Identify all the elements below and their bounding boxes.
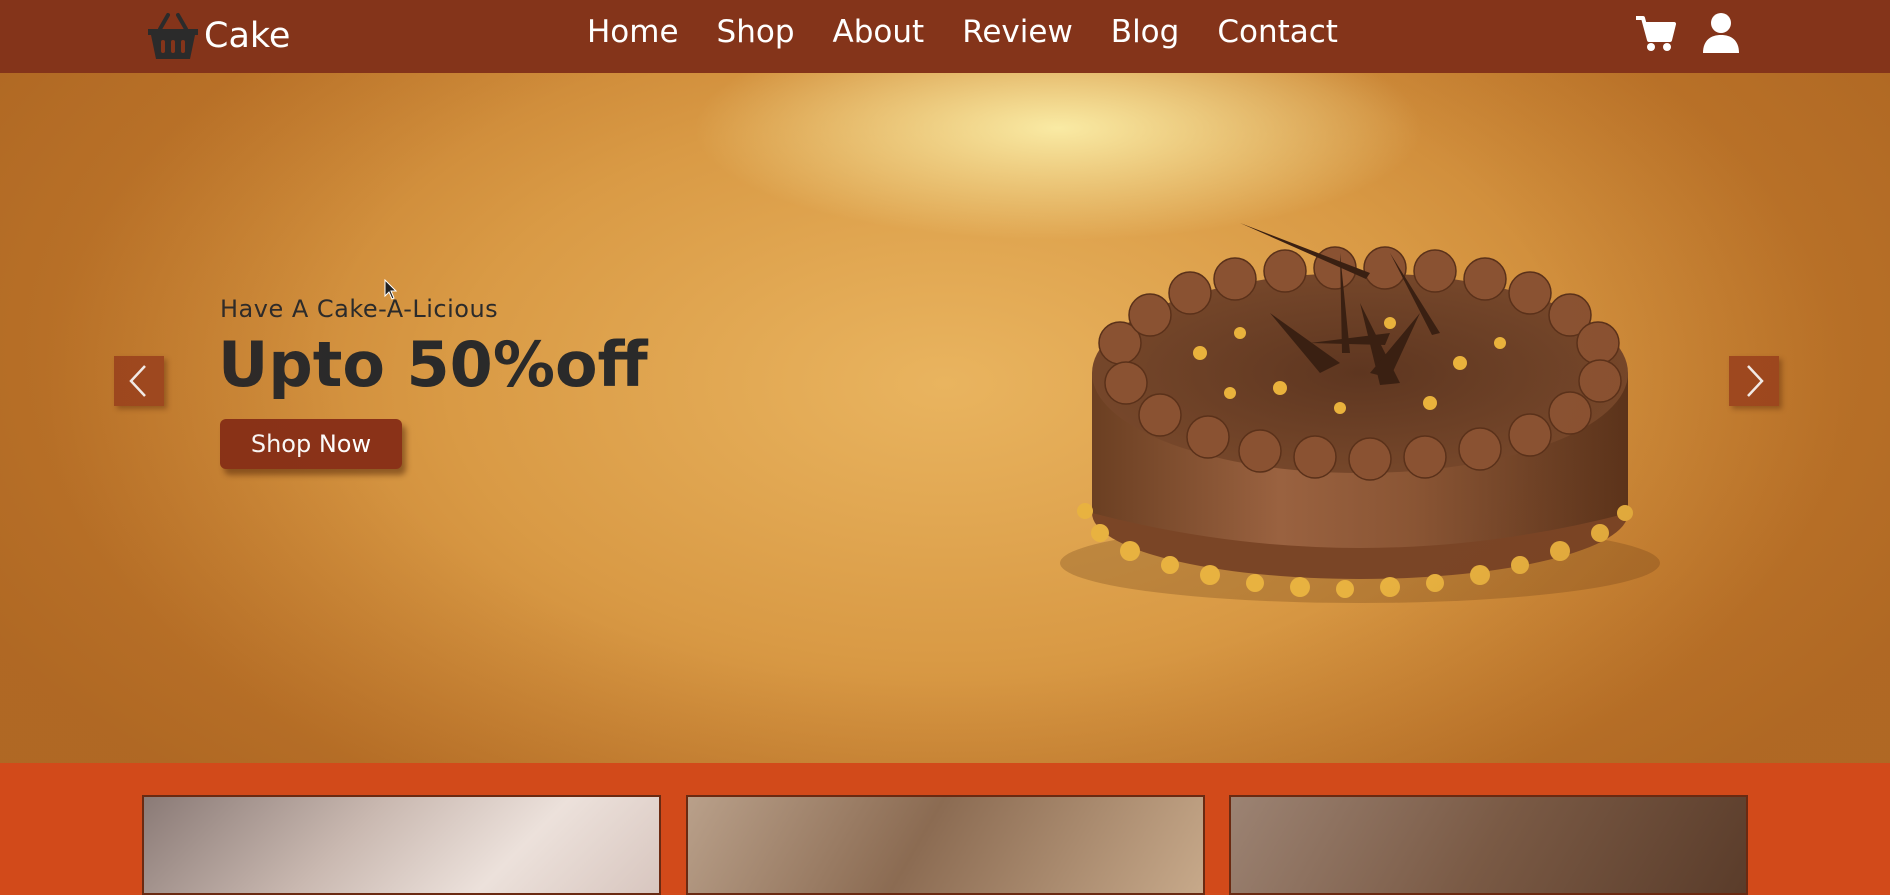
chevron-left-icon (129, 365, 146, 397)
menu-item-about[interactable]: About (833, 14, 925, 50)
cherry-cake-card[interactable] (686, 795, 1205, 895)
slider-prev-button[interactable] (114, 356, 164, 406)
menu-item-blog[interactable]: Blog (1111, 14, 1180, 50)
bride-cake-card[interactable] (142, 795, 661, 895)
slider-next-button[interactable] (1729, 356, 1779, 406)
basket-icon (148, 13, 198, 59)
product-strip (0, 763, 1890, 895)
shop-now-button[interactable]: Shop Now (220, 419, 402, 469)
hero-title: Upto 50%off (218, 328, 648, 401)
menu-item-review[interactable]: Review (962, 14, 1073, 50)
nav-actions (1634, 12, 1742, 54)
blackcurrant-cake-card[interactable] (1229, 795, 1748, 895)
top-navbar: Cake Home Shop About Review Blog Contact (0, 0, 1890, 73)
logo[interactable]: Cake (146, 6, 290, 66)
chevron-right-icon (1747, 365, 1764, 397)
hero-subtitle: Have A Cake-A-Licious (220, 295, 499, 323)
user-icon[interactable] (1700, 12, 1742, 54)
menu-item-shop[interactable]: Shop (717, 14, 795, 50)
mouse-cursor-icon (384, 279, 398, 300)
main-menu: Home Shop About Review Blog Contact (587, 14, 1338, 50)
hero-slider: Have A Cake-A-Licious Upto 50%off Shop N… (0, 73, 1890, 763)
logo-text: Cake (204, 16, 291, 56)
cart-icon[interactable] (1634, 12, 1676, 54)
menu-item-contact[interactable]: Contact (1217, 14, 1338, 50)
menu-item-home[interactable]: Home (587, 14, 679, 50)
chocolate-cake-image (1060, 223, 1660, 603)
